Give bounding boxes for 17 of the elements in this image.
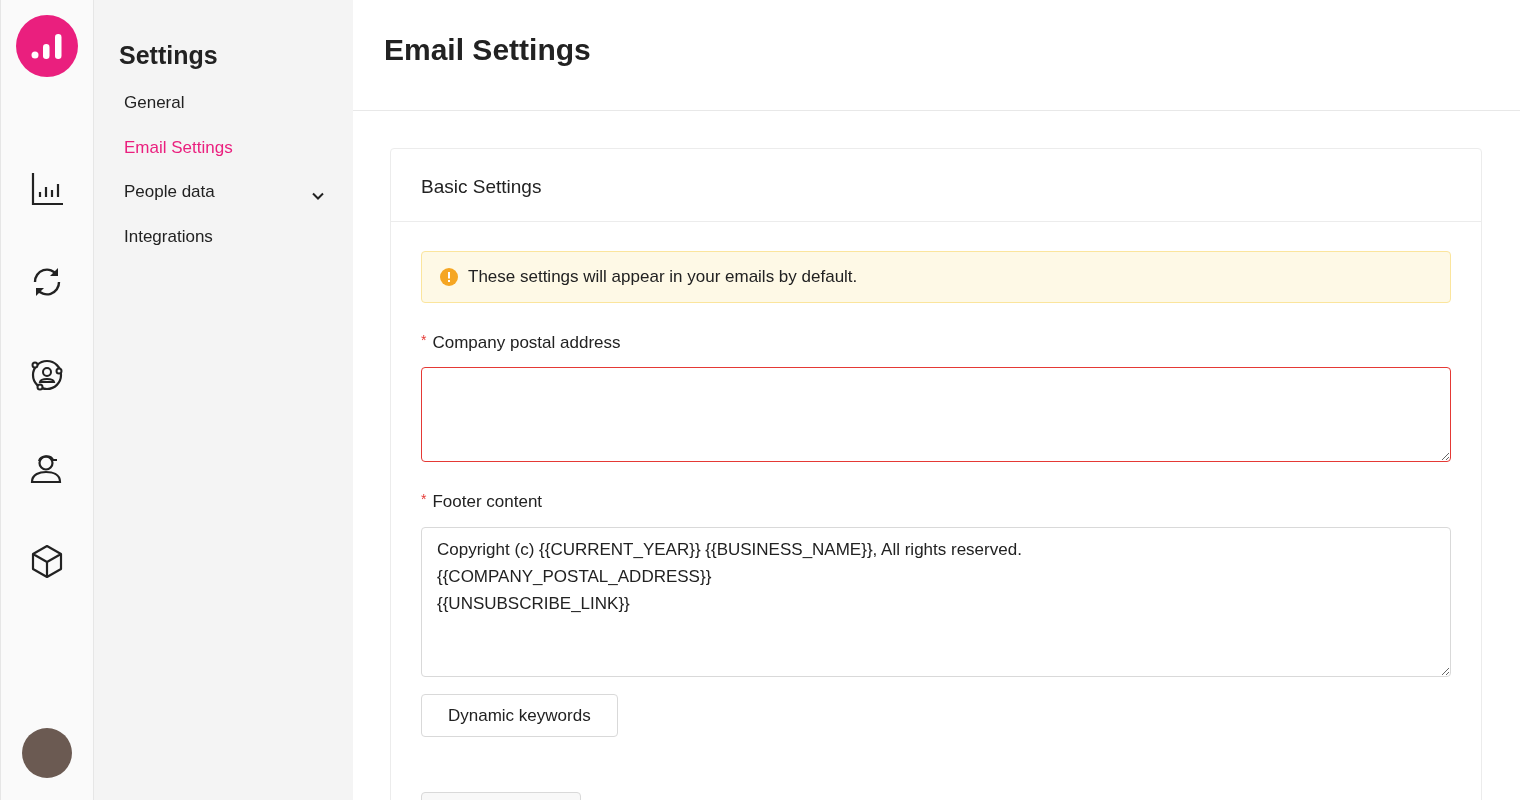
field-label: Footer content (432, 492, 543, 511)
notice-text: These settings will appear in your emails by default. (468, 266, 858, 288)
sidebar-item[interactable]: People data (124, 179, 324, 205)
required-mark: * (421, 491, 427, 507)
sidebar-item[interactable]: General (124, 90, 324, 116)
card-title: Basic Settings (421, 176, 542, 197)
warning-icon (440, 267, 458, 286)
sidebar-item[interactable]: Integrations (124, 223, 324, 249)
field-label: Company postal address (432, 332, 621, 352)
sidebar-title: Settings (119, 40, 219, 70)
address-field[interactable] (421, 367, 1451, 462)
required-mark: * (421, 331, 427, 348)
page-title: Email Settings (384, 32, 592, 68)
sidebar-item[interactable]: Email Settings (124, 134, 324, 160)
dynamic-keywords-button[interactable]: Dynamic keywords (421, 693, 618, 737)
footer-field[interactable]: Copyright (c) {{CURRENT_YEAR}} {{BUSINESS_NAME}}, All rights reserved. {{COMPANY_POSTAL_ADDRESS}} {{UNSUBSCRIBE_LINK}} (421, 526, 1451, 677)
user-avatar[interactable] (22, 728, 72, 778)
